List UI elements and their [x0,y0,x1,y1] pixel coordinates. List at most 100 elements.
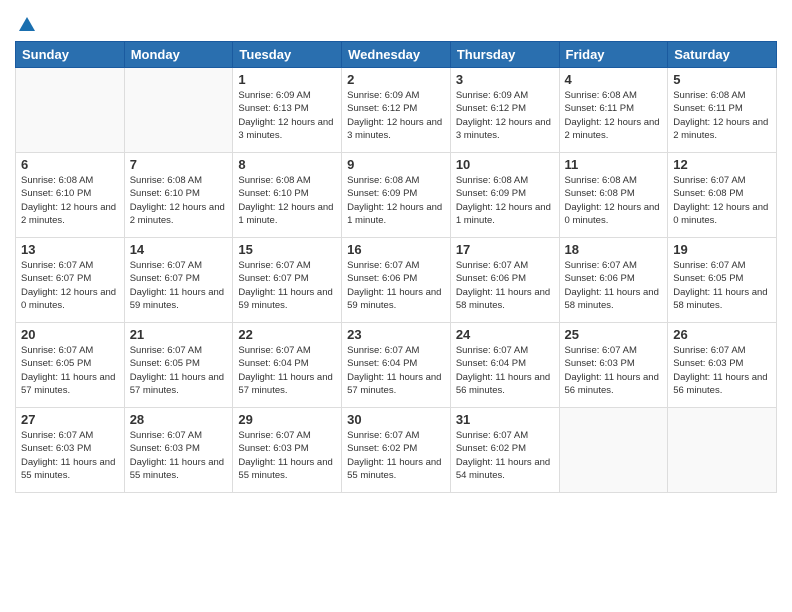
day-info: Sunrise: 6:07 AM Sunset: 6:06 PM Dayligh… [347,259,445,312]
calendar-cell: 24 Sunrise: 6:07 AM Sunset: 6:04 PM Dayli… [450,323,559,408]
day-info: Sunrise: 6:07 AM Sunset: 6:04 PM Dayligh… [456,344,554,397]
calendar-body: 1 Sunrise: 6:09 AM Sunset: 6:13 PM Daylig… [16,68,777,493]
day-info: Sunrise: 6:07 AM Sunset: 6:06 PM Dayligh… [565,259,663,312]
calendar-cell: 17 Sunrise: 6:07 AM Sunset: 6:06 PM Dayli… [450,238,559,323]
calendar-cell: 30Sunrise: 6:07 AM Sunset: 6:02 PM Dayli… [342,408,451,493]
logo-icon [17,15,37,35]
calendar-cell: 13 Sunrise: 6:07 AM Sunset: 6:07 PM Dayli… [16,238,125,323]
day-number: 16 [347,242,445,257]
day-number: 29 [238,412,336,427]
day-number: 5 [673,72,771,87]
day-info: Sunrise: 6:08 AM Sunset: 6:10 PM Dayligh… [21,174,119,227]
calendar-cell: 5Sunrise: 6:08 AM Sunset: 6:11 PM Daylig… [668,68,777,153]
calendar-cell: 29 Sunrise: 6:07 AM Sunset: 6:03 PM Dayli… [233,408,342,493]
calendar-cell: 14Sunrise: 6:07 AM Sunset: 6:07 PM Dayli… [124,238,233,323]
day-number: 27 [21,412,119,427]
day-number: 24 [456,327,554,342]
day-info: Sunrise: 6:07 AM Sunset: 6:05 PM Dayligh… [130,344,228,397]
day-info: Sunrise: 6:07 AM Sunset: 6:08 PM Dayligh… [673,174,771,227]
calendar-cell: 4Sunrise: 6:08 AM Sunset: 6:11 PM Daylig… [559,68,668,153]
day-of-week-header: Friday [559,42,668,68]
day-info: Sunrise: 6:07 AM Sunset: 6:05 PM Dayligh… [21,344,119,397]
day-number: 31 [456,412,554,427]
calendar-cell: 19 Sunrise: 6:07 AM Sunset: 6:05 PM Dayli… [668,238,777,323]
day-number: 9 [347,157,445,172]
day-info: Sunrise: 6:08 AM Sunset: 6:10 PM Dayligh… [238,174,336,227]
calendar-cell [16,68,125,153]
day-number: 25 [565,327,663,342]
day-number: 10 [456,157,554,172]
calendar-cell: 10 Sunrise: 6:08 AM Sunset: 6:09 PM Dayli… [450,153,559,238]
day-number: 22 [238,327,336,342]
calendar-cell: 7 Sunrise: 6:08 AM Sunset: 6:10 PM Daylig… [124,153,233,238]
calendar-cell: 31 Sunrise: 6:07 AM Sunset: 6:02 PM Dayli… [450,408,559,493]
calendar-cell: 15 Sunrise: 6:07 AM Sunset: 6:07 PM Dayli… [233,238,342,323]
day-number: 20 [21,327,119,342]
day-info: Sunrise: 6:07 AM Sunset: 6:03 PM Dayligh… [673,344,771,397]
calendar-week-row: 27 Sunrise: 6:07 AM Sunset: 6:03 PM Dayli… [16,408,777,493]
calendar-cell: 1 Sunrise: 6:09 AM Sunset: 6:13 PM Daylig… [233,68,342,153]
day-number: 30 [347,412,445,427]
day-info: Sunrise: 6:07 AM Sunset: 6:02 PM Dayligh… [456,429,554,482]
calendar-cell: 16 Sunrise: 6:07 AM Sunset: 6:06 PM Dayli… [342,238,451,323]
day-number: 12 [673,157,771,172]
calendar-week-row: 20 Sunrise: 6:07 AM Sunset: 6:05 PM Dayli… [16,323,777,408]
day-number: 7 [130,157,228,172]
calendar-cell: 2Sunrise: 6:09 AM Sunset: 6:12 PM Daylig… [342,68,451,153]
day-info: Sunrise: 6:07 AM Sunset: 6:03 PM Dayligh… [130,429,228,482]
page-header [15,15,777,31]
calendar-table: SundayMondayTuesdayWednesdayThursdayFrid… [15,41,777,493]
day-info: Sunrise: 6:07 AM Sunset: 6:07 PM Dayligh… [238,259,336,312]
day-info: Sunrise: 6:08 AM Sunset: 6:10 PM Dayligh… [130,174,228,227]
day-number: 11 [565,157,663,172]
day-of-week-header: Wednesday [342,42,451,68]
day-info: Sunrise: 6:07 AM Sunset: 6:03 PM Dayligh… [21,429,119,482]
calendar-cell: 11 Sunrise: 6:08 AM Sunset: 6:08 PM Dayli… [559,153,668,238]
calendar-cell: 8 Sunrise: 6:08 AM Sunset: 6:10 PM Daylig… [233,153,342,238]
day-number: 3 [456,72,554,87]
day-number: 17 [456,242,554,257]
day-number: 28 [130,412,228,427]
day-number: 2 [347,72,445,87]
calendar-cell: 20 Sunrise: 6:07 AM Sunset: 6:05 PM Dayli… [16,323,125,408]
day-number: 21 [130,327,228,342]
calendar-cell [124,68,233,153]
day-number: 18 [565,242,663,257]
day-of-week-header: Monday [124,42,233,68]
day-number: 13 [21,242,119,257]
day-info: Sunrise: 6:08 AM Sunset: 6:09 PM Dayligh… [347,174,445,227]
day-info: Sunrise: 6:07 AM Sunset: 6:06 PM Dayligh… [456,259,554,312]
day-info: Sunrise: 6:08 AM Sunset: 6:09 PM Dayligh… [456,174,554,227]
calendar-cell: 25 Sunrise: 6:07 AM Sunset: 6:03 PM Dayli… [559,323,668,408]
day-info: Sunrise: 6:09 AM Sunset: 6:13 PM Dayligh… [238,89,336,142]
calendar-week-row: 6 Sunrise: 6:08 AM Sunset: 6:10 PM Daylig… [16,153,777,238]
day-of-week-header: Saturday [668,42,777,68]
day-info: Sunrise: 6:09 AM Sunset: 6:12 PM Dayligh… [456,89,554,142]
day-of-week-header: Sunday [16,42,125,68]
day-number: 6 [21,157,119,172]
logo [15,15,37,31]
day-info: Sunrise: 6:07 AM Sunset: 6:07 PM Dayligh… [21,259,119,312]
day-info: Sunrise: 6:07 AM Sunset: 6:05 PM Dayligh… [673,259,771,312]
day-number: 15 [238,242,336,257]
calendar-week-row: 13 Sunrise: 6:07 AM Sunset: 6:07 PM Dayli… [16,238,777,323]
calendar-cell: 9 Sunrise: 6:08 AM Sunset: 6:09 PM Daylig… [342,153,451,238]
day-number: 19 [673,242,771,257]
day-number: 8 [238,157,336,172]
day-info: Sunrise: 6:07 AM Sunset: 6:03 PM Dayligh… [238,429,336,482]
calendar-week-row: 1 Sunrise: 6:09 AM Sunset: 6:13 PM Daylig… [16,68,777,153]
day-number: 23 [347,327,445,342]
day-info: Sunrise: 6:07 AM Sunset: 6:04 PM Dayligh… [347,344,445,397]
day-info: Sunrise: 6:08 AM Sunset: 6:08 PM Dayligh… [565,174,663,227]
calendar-cell: 12 Sunrise: 6:07 AM Sunset: 6:08 PM Dayli… [668,153,777,238]
calendar-cell: 3 Sunrise: 6:09 AM Sunset: 6:12 PM Daylig… [450,68,559,153]
day-info: Sunrise: 6:07 AM Sunset: 6:07 PM Dayligh… [130,259,228,312]
calendar-cell: 18 Sunrise: 6:07 AM Sunset: 6:06 PM Dayli… [559,238,668,323]
day-info: Sunrise: 6:07 AM Sunset: 6:03 PM Dayligh… [565,344,663,397]
calendar-cell [668,408,777,493]
calendar-cell: 27 Sunrise: 6:07 AM Sunset: 6:03 PM Dayli… [16,408,125,493]
day-info: Sunrise: 6:07 AM Sunset: 6:04 PM Dayligh… [238,344,336,397]
day-number: 1 [238,72,336,87]
calendar-cell [559,408,668,493]
calendar-cell: 6 Sunrise: 6:08 AM Sunset: 6:10 PM Daylig… [16,153,125,238]
